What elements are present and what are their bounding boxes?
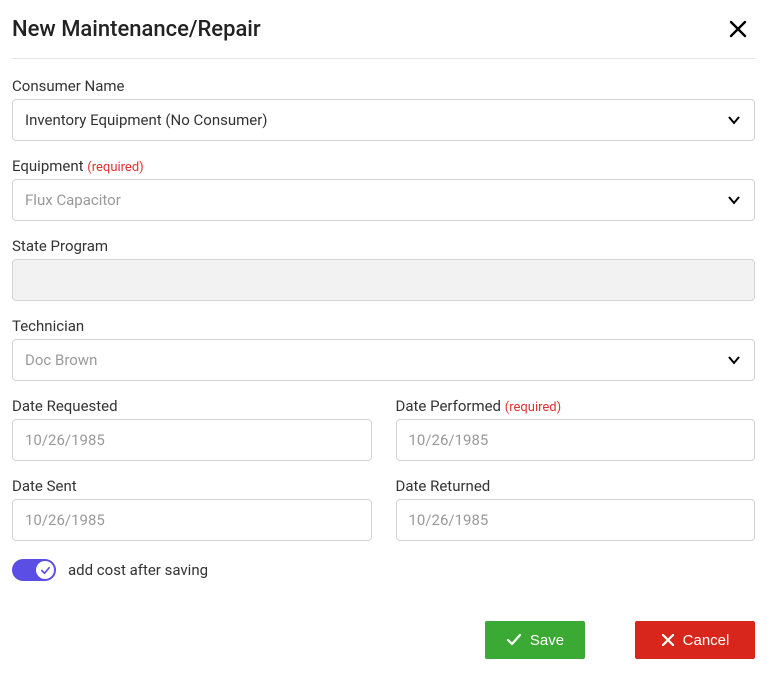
save-button[interactable]: Save: [485, 621, 585, 659]
close-icon: [729, 20, 747, 38]
dialog-title: New Maintenance/Repair: [12, 17, 261, 42]
dialog-header: New Maintenance/Repair: [12, 10, 755, 58]
date-row-2: Date Sent 10/26/1985 Date Returned 10/26…: [12, 477, 755, 541]
date-requested-label: Date Requested: [12, 397, 372, 415]
date-requested-value: 10/26/1985: [25, 431, 105, 449]
close-button[interactable]: [725, 16, 751, 42]
date-performed-label: Date Performed (required): [396, 397, 756, 415]
equipment-field: Equipment (required) Flux Capacitor: [12, 157, 755, 221]
equipment-value: Flux Capacitor: [25, 191, 121, 209]
maintenance-repair-dialog: New Maintenance/Repair Consumer Name Inv…: [0, 0, 767, 677]
date-requested-input[interactable]: 10/26/1985: [12, 419, 372, 461]
check-icon: [40, 565, 51, 576]
date-sent-label: Date Sent: [12, 477, 372, 495]
check-icon: [506, 632, 522, 648]
state-program-input[interactable]: [12, 259, 755, 301]
consumer-name-select[interactable]: Inventory Equipment (No Consumer): [12, 99, 755, 141]
consumer-name-value: Inventory Equipment (No Consumer): [25, 111, 268, 129]
technician-select[interactable]: Doc Brown: [12, 339, 755, 381]
state-program-label: State Program: [12, 237, 755, 255]
equipment-select[interactable]: Flux Capacitor: [12, 179, 755, 221]
save-button-label: Save: [530, 632, 564, 649]
equipment-label: Equipment (required): [12, 157, 755, 175]
cancel-button[interactable]: Cancel: [635, 621, 755, 659]
chevron-down-icon: [726, 112, 742, 128]
date-sent-input[interactable]: 10/26/1985: [12, 499, 372, 541]
date-sent-field: Date Sent 10/26/1985: [12, 477, 372, 541]
date-performed-required-tag: (required): [505, 400, 561, 415]
date-performed-field: Date Performed (required) 10/26/1985: [396, 397, 756, 461]
technician-field: Technician Doc Brown: [12, 317, 755, 381]
add-cost-toggle[interactable]: [12, 559, 56, 581]
close-icon: [661, 633, 675, 647]
chevron-down-icon: [726, 192, 742, 208]
form: Consumer Name Inventory Equipment (No Co…: [12, 77, 755, 659]
consumer-name-label: Consumer Name: [12, 77, 755, 95]
date-returned-field: Date Returned 10/26/1985: [396, 477, 756, 541]
consumer-name-field: Consumer Name Inventory Equipment (No Co…: [12, 77, 755, 141]
equipment-required-tag: (required): [87, 160, 143, 175]
cancel-button-label: Cancel: [683, 632, 730, 649]
equipment-label-text: Equipment: [12, 157, 84, 175]
technician-value: Doc Brown: [25, 351, 97, 369]
add-cost-toggle-label: add cost after saving: [68, 561, 208, 579]
chevron-down-icon: [726, 352, 742, 368]
dialog-actions: Save Cancel: [12, 597, 755, 659]
date-performed-input[interactable]: 10/26/1985: [396, 419, 756, 461]
date-row-1: Date Requested 10/26/1985 Date Performed…: [12, 397, 755, 461]
date-returned-label: Date Returned: [396, 477, 756, 495]
date-sent-value: 10/26/1985: [25, 511, 105, 529]
date-requested-field: Date Requested 10/26/1985: [12, 397, 372, 461]
toggle-knob: [36, 561, 54, 579]
date-returned-value: 10/26/1985: [409, 511, 489, 529]
date-returned-input[interactable]: 10/26/1985: [396, 499, 756, 541]
date-performed-label-text: Date Performed: [396, 397, 502, 415]
date-performed-value: 10/26/1985: [409, 431, 489, 449]
technician-label: Technician: [12, 317, 755, 335]
state-program-field: State Program: [12, 237, 755, 301]
add-cost-toggle-row: add cost after saving: [12, 557, 755, 581]
header-divider: [12, 58, 755, 59]
